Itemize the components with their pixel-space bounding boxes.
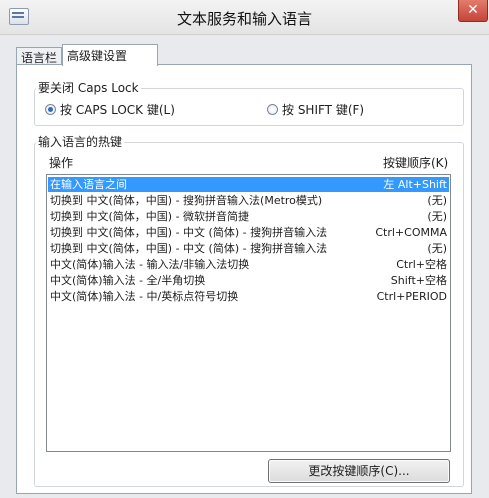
radio-shift-key[interactable]: 按 SHIFT 键(F) [267, 101, 364, 118]
window-title: 文本服务和输入语言 [176, 10, 312, 28]
radio-indicator[interactable] [267, 104, 278, 115]
hotkey-keys: Shift+空格 [390, 274, 447, 287]
title-bar: 文本服务和输入语言 ✕ [0, 0, 489, 35]
list-item[interactable]: 切换到 中文(简体，中国) - 中文 (简体) - 搜狗拼音输入法 Ctrl+C… [48, 225, 449, 240]
list-item[interactable]: 中文(简体)输入法 - 中/英标点符号切换 Ctrl+PERIOD [48, 289, 449, 304]
hotkey-keys: Ctrl+PERIOD [376, 290, 447, 303]
hotkey-action: 中文(简体)输入法 - 输入法/非输入法切换 [50, 258, 250, 271]
hotkey-keys: (无) [427, 242, 447, 255]
hotkey-action: 切换到 中文(简体，中国) - 中文 (简体) - 搜狗拼音输入法 [50, 242, 328, 255]
caps-lock-group-label: 要关闭 Caps Lock [36, 79, 141, 96]
radio-caps-lock-key[interactable]: 按 CAPS LOCK 键(L) [45, 101, 175, 118]
hotkeys-group-label: 输入语言的热键 [36, 133, 125, 150]
hotkey-action: 中文(简体)输入法 - 中/英标点符号切换 [50, 290, 239, 303]
radio-indicator[interactable] [45, 104, 56, 115]
radio-caps-lock-label: 按 CAPS LOCK 键(L) [60, 103, 175, 117]
column-header-key-sequence: 按键顺序(K) [383, 156, 449, 170]
list-item[interactable]: 切换到 中文(简体，中国) - 中文 (简体) - 搜狗拼音输入法 (无) [48, 241, 449, 256]
list-item[interactable]: 中文(简体)输入法 - 全/半角切换 Shift+空格 [48, 273, 449, 288]
change-key-sequence-button[interactable]: 更改按键顺序(C)... [268, 459, 450, 483]
column-header-action: 操作 [49, 156, 74, 170]
tab-advanced-key-settings[interactable]: 高级键设置 [62, 44, 158, 66]
hotkey-keys: Ctrl+空格 [396, 258, 447, 271]
hotkey-keys: 左 Alt+Shift [383, 178, 447, 191]
hotkey-action: 切换到 中文(简体，中国) - 中文 (简体) - 搜狗拼音输入法 [50, 226, 328, 239]
list-item[interactable]: 切换到 中文(简体，中国) - 搜狗拼音输入法(Metro模式) (无) [48, 193, 449, 208]
hotkey-action: 切换到 中文(简体，中国) - 微软拼音简捷 [50, 210, 250, 223]
hotkey-action: 中文(简体)输入法 - 全/半角切换 [50, 274, 206, 287]
hotkey-list[interactable]: 在输入语言之间 左 Alt+Shift 切换到 中文(简体，中国) - 搜狗拼音… [46, 174, 451, 452]
hotkey-action: 切换到 中文(简体，中国) - 搜狗拼音输入法(Metro模式) [50, 194, 323, 207]
hotkey-keys: (无) [427, 210, 447, 223]
list-item[interactable]: 中文(简体)输入法 - 输入法/非输入法切换 Ctrl+空格 [48, 257, 449, 272]
hotkey-keys: (无) [427, 194, 447, 207]
list-item[interactable]: 在输入语言之间 左 Alt+Shift [48, 177, 449, 192]
hotkey-keys: Ctrl+COMMA [375, 226, 447, 239]
tab-language-bar[interactable]: 语言栏 [16, 47, 62, 65]
list-item[interactable]: 切换到 中文(简体，中国) - 微软拼音简捷 (无) [48, 209, 449, 224]
radio-shift-label: 按 SHIFT 键(F) [282, 103, 365, 117]
hotkey-action: 在输入语言之间 [50, 178, 127, 191]
close-button[interactable]: ✕ [458, 0, 488, 22]
